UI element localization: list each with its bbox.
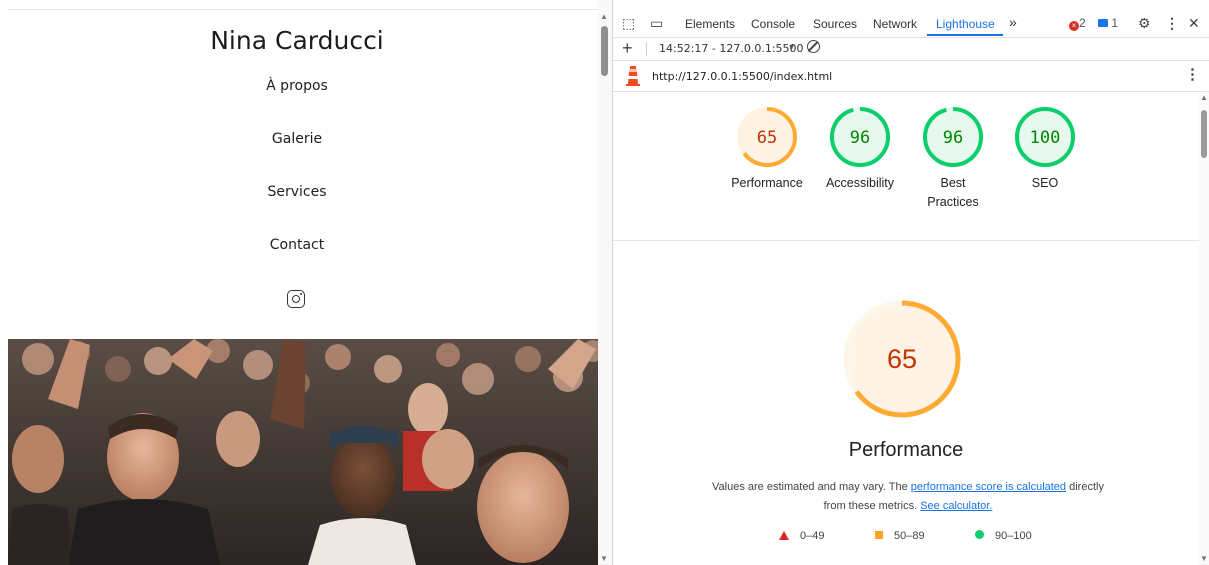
error-icon: × [1069, 21, 1079, 31]
scroll-down-icon[interactable]: ▼ [1200, 554, 1208, 563]
report-url-bar: http://127.0.0.1:5500/index.html ⋮ [613, 60, 1209, 92]
performance-section: 65 Performance Values are estimated and … [613, 240, 1199, 565]
gauge-value: 65 [757, 128, 777, 148]
score-gauges: 65 Performance 96 Accessibility 96 Best … [613, 92, 1199, 241]
tab-lighthouse[interactable]: Lighthouse [936, 17, 995, 31]
scrollbar-thumb[interactable] [601, 26, 608, 76]
devtools-panel: ⬚ ▭ Elements Console Sources Network Lig… [612, 0, 1209, 565]
close-icon[interactable]: ✕ [1188, 16, 1200, 30]
gauge-seo[interactable]: 100 SEO [1000, 106, 1090, 193]
inspect-element-icon[interactable]: ⬚ [622, 16, 635, 30]
active-tab-indicator [927, 34, 1003, 36]
legend-average: 50–89 [875, 530, 925, 542]
website-viewport: Nina Carducci À propos Galerie Services … [0, 0, 598, 565]
scroll-down-icon[interactable]: ▼ [600, 554, 608, 563]
gauge-label: SEO [1031, 176, 1059, 190]
hero-image [8, 339, 598, 565]
more-options-icon[interactable]: ⋮ [1165, 16, 1179, 30]
error-badge[interactable]: × 2 [1069, 16, 1086, 31]
tab-elements[interactable]: Elements [685, 17, 735, 31]
scroll-up-icon[interactable]: ▲ [600, 12, 608, 21]
site-nav: À propos Galerie Services Contact [0, 78, 594, 290]
gauge-ring: 96 [923, 107, 983, 167]
score-calculated-link[interactable]: performance score is calculated [911, 481, 1066, 493]
tab-network[interactable]: Network [873, 17, 917, 31]
message-badge[interactable]: 1 [1098, 16, 1118, 30]
performance-big-score: 65 [887, 344, 917, 374]
chevron-down-icon[interactable]: ▾ [789, 42, 794, 53]
see-calculator-link[interactable]: See calculator. [920, 500, 992, 512]
new-report-icon[interactable]: + [622, 38, 633, 58]
message-icon [1098, 19, 1108, 27]
gauge-best-practices[interactable]: 96 Best Practices [908, 106, 998, 212]
pass-circle-icon [975, 530, 984, 539]
device-toolbar-icon[interactable]: ▭ [650, 16, 663, 30]
gauge-value: 96 [943, 128, 963, 148]
nav-item-a-propos[interactable]: À propos [0, 78, 594, 131]
legend-fail-label: 0–49 [800, 530, 825, 542]
performance-description: Values are estimated and may vary. The p… [708, 478, 1108, 516]
desc-text: Values are estimated and may vary. The [712, 481, 911, 493]
gauge-value: 100 [1030, 128, 1061, 148]
report-url: http://127.0.0.1:5500/index.html [652, 70, 833, 83]
legend-fail: 0–49 [779, 530, 824, 542]
gauge-accessibility[interactable]: 96 Accessibility [815, 106, 905, 193]
clear-reports-icon[interactable] [807, 40, 820, 53]
nav-item-galerie[interactable]: Galerie [0, 131, 594, 184]
legend-pass-label: 90–100 [995, 530, 1032, 542]
report-menu-icon[interactable]: ⋮ [1185, 67, 1200, 83]
nav-item-services[interactable]: Services [0, 184, 594, 237]
nav-item-contact[interactable]: Contact [0, 237, 594, 290]
error-count: 2 [1079, 16, 1086, 30]
lighthouse-toolbar: + 14:52:17 - 127.0.0.1:5500 ▾ [613, 38, 1209, 60]
gauge-value: 96 [850, 128, 870, 148]
gauge-label: Best Practices [927, 176, 979, 209]
page-scrollbar[interactable]: ▲ ▼ [598, 0, 612, 565]
gauge-ring: 96 [830, 107, 890, 167]
site-title[interactable]: Nina Carducci [0, 26, 594, 55]
devtools-tabbar: ⬚ ▭ Elements Console Sources Network Lig… [613, 12, 1209, 37]
fail-triangle-icon [779, 531, 789, 540]
scrollbar-thumb[interactable] [1201, 110, 1207, 158]
gauge-performance[interactable]: 65 Performance [722, 106, 812, 193]
gauge-ring: 65 [737, 107, 797, 167]
tab-console[interactable]: Console [751, 17, 795, 31]
scroll-up-icon[interactable]: ▲ [1200, 93, 1208, 102]
settings-gear-icon[interactable]: ⚙ [1138, 16, 1151, 30]
gauge-label: Accessibility [825, 176, 895, 190]
performance-title: Performance [848, 439, 964, 461]
gauge-label: Performance [731, 176, 803, 190]
devtools-scrollbar[interactable]: ▲ ▼ [1199, 92, 1209, 565]
legend-average-label: 50–89 [894, 530, 925, 542]
message-count: 1 [1111, 16, 1119, 30]
report-select[interactable]: 14:52:17 - 127.0.0.1:5500 [659, 42, 804, 55]
gauge-ring: 100 [1015, 107, 1075, 167]
header-border [8, 9, 598, 10]
instagram-icon[interactable] [287, 290, 305, 308]
legend-pass: 90–100 [975, 530, 1032, 542]
performance-big-gauge: 65 [843, 300, 961, 418]
more-tabs-icon[interactable]: » [1009, 14, 1017, 30]
tab-sources[interactable]: Sources [813, 17, 857, 31]
lighthouse-logo-icon [626, 66, 640, 86]
toolbar-separator [646, 42, 647, 56]
average-square-icon [875, 531, 883, 539]
